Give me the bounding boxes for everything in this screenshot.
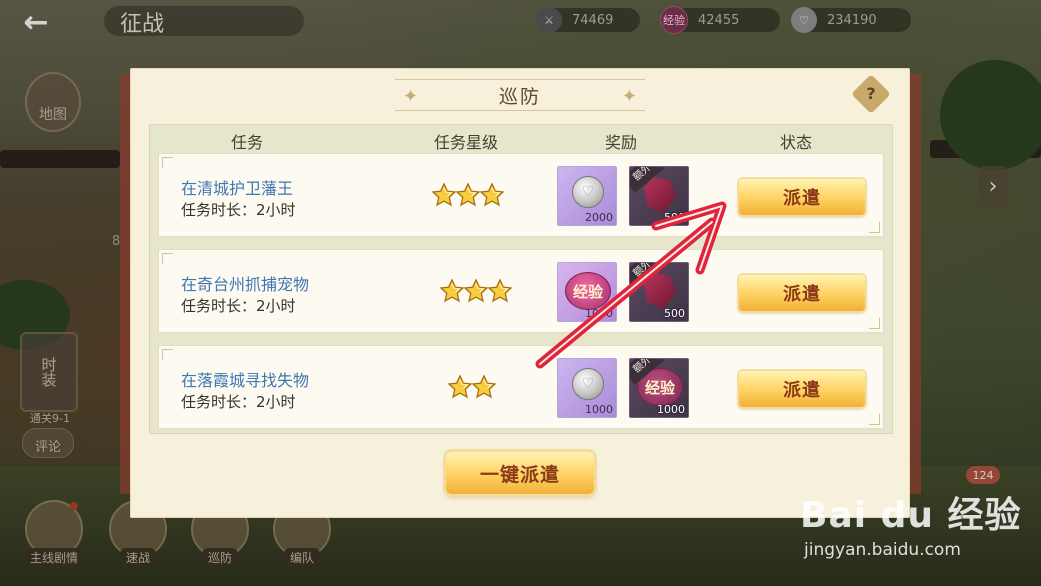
- count-badge: 124: [966, 466, 1000, 484]
- one-click-dispatch-button[interactable]: 一键派遣: [446, 452, 594, 494]
- reward-quantity: 500: [664, 307, 685, 320]
- map-label: 地图: [39, 107, 67, 123]
- header-stars: 任务星级: [434, 133, 499, 152]
- header-reward: 奖励: [605, 133, 638, 152]
- silver-coin-icon: ♡: [791, 7, 817, 33]
- costume-button[interactable]: 时装: [20, 332, 78, 412]
- task-duration: 任务时长：2小时: [181, 297, 296, 315]
- task-table: 任务 任务星级 奖励 状态 在清城护卫藩王 任务时长：2小时 ♡ 2000 额外…: [149, 124, 893, 434]
- dispatch-button[interactable]: 派遣: [739, 371, 865, 407]
- tree: [940, 60, 1041, 170]
- nav-label: 速战: [119, 548, 156, 567]
- task-duration: 任务时长：2小时: [181, 201, 296, 219]
- red-banner-right: [909, 74, 921, 494]
- header-status: 状态: [780, 133, 813, 152]
- star-rating: [439, 278, 513, 304]
- task-name: 在奇台州抓捕宠物: [181, 275, 310, 294]
- silver-coin-icon: ♡: [572, 176, 604, 208]
- resource-value: 234190: [827, 12, 877, 28]
- notification-dot: [70, 502, 78, 510]
- reward-quantity: 1000: [585, 403, 613, 416]
- ornament-icon: ✦: [403, 86, 419, 107]
- dialog-title: 巡防: [498, 85, 541, 108]
- reward-quantity: 2000: [585, 211, 613, 224]
- reward-gem[interactable]: 额外 500: [629, 166, 689, 226]
- ornament-icon: ✦: [621, 86, 637, 107]
- nav-label: 编队: [283, 548, 320, 567]
- help-button[interactable]: ?: [851, 74, 891, 114]
- dispatch-button[interactable]: 派遣: [739, 179, 865, 215]
- star-icon: [487, 278, 513, 304]
- reward-gem[interactable]: 额外 500: [629, 262, 689, 322]
- reward-exp-bonus[interactable]: 经验 额外 1000: [629, 358, 689, 418]
- question-icon: ?: [866, 84, 876, 103]
- star-icon: [471, 374, 497, 400]
- exp-icon: 经验: [660, 6, 688, 34]
- silver-coin-icon: ♡: [572, 368, 604, 400]
- reward-exp[interactable]: 经验 1000: [557, 262, 617, 322]
- nav-label: 主线剧情: [24, 548, 84, 567]
- star-icon: [479, 182, 505, 208]
- dialog-title-frame: ✦ 巡防 ✦: [395, 79, 645, 111]
- red-gem-icon: [644, 273, 676, 309]
- back-arrow-icon[interactable]: ←: [16, 4, 56, 40]
- reward-quantity: 1000: [657, 403, 685, 416]
- star-rating: [447, 374, 497, 400]
- patrol-dialog: ✦ 巡防 ✦ ? 任务 任务星级 奖励 状态 在清城护卫藩王 任务时长：2小时 …: [130, 68, 910, 518]
- building-roof: [0, 150, 120, 168]
- star-rating: [431, 182, 505, 208]
- star-icon: [439, 278, 465, 304]
- reward-quantity: 500: [664, 211, 685, 224]
- reward-silver[interactable]: ♡ 2000: [557, 166, 617, 226]
- top-bar: ← 征战 ⚔ 74469 经验 42455 ♡ 234190: [0, 0, 1041, 44]
- costume-label: 时装: [39, 357, 58, 387]
- red-gem-icon: [644, 177, 676, 213]
- star-icon: [431, 182, 457, 208]
- star-icon: [463, 278, 489, 304]
- task-duration: 任务时长：2小时: [181, 393, 296, 411]
- reward-quantity: 1000: [585, 307, 613, 320]
- comment-button[interactable]: 评论: [22, 428, 74, 458]
- comment-label: 评论: [34, 440, 61, 455]
- nav-main-story[interactable]: 主线剧情: [24, 500, 84, 570]
- header-task: 任务: [231, 133, 264, 152]
- exp-icon: 经验: [565, 272, 611, 310]
- task-row: 在落霞城寻找失物 任务时长：2小时 ♡ 1000 经验 额外 1000 派遣: [158, 345, 884, 429]
- task-name: 在清城护卫藩王: [181, 179, 294, 198]
- star-icon: [455, 182, 481, 208]
- chevron-right-icon[interactable]: ›: [978, 166, 1008, 206]
- resource-sword: ⚔ 74469: [536, 7, 640, 33]
- task-row: 在清城护卫藩王 任务时长：2小时 ♡ 2000 额外 500 派遣: [158, 153, 884, 237]
- dispatch-button[interactable]: 派遣: [739, 275, 865, 311]
- resource-exp: 经验 42455: [660, 6, 780, 34]
- stage-clear-label: 通关9-1: [30, 412, 70, 425]
- resource-silver: ♡ 234190: [791, 7, 911, 33]
- sword-icon: ⚔: [536, 7, 562, 33]
- task-row: 在奇台州抓捕宠物 任务时长：2小时 经验 1000 额外 500 派遣: [158, 249, 884, 333]
- star-icon: [447, 374, 473, 400]
- page-title: 征战: [120, 12, 165, 37]
- task-name: 在落霞城寻找失物: [181, 371, 310, 390]
- map-button[interactable]: 地图: [25, 72, 81, 132]
- resource-value: 42455: [698, 12, 740, 28]
- nav-label: 巡防: [201, 548, 238, 567]
- resource-value: 74469: [572, 12, 614, 28]
- reward-silver[interactable]: ♡ 1000: [557, 358, 617, 418]
